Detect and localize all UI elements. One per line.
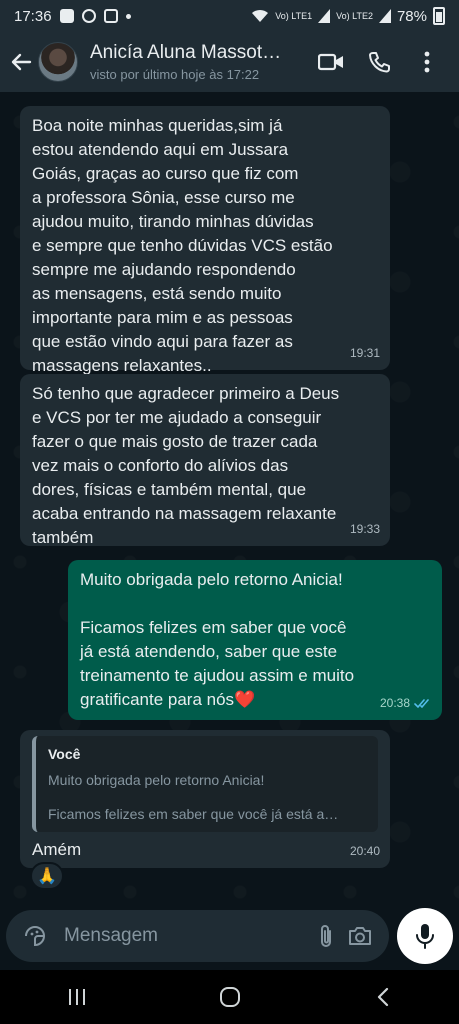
message-time: 20:38	[380, 691, 432, 715]
signal-2-icon	[378, 9, 391, 23]
message-text: Amém	[32, 840, 82, 859]
message-text: Só tenho que agradecer primeiro a Deus e…	[32, 384, 340, 547]
status-right: Vo) LTE1 Vo) LTE2 78%	[251, 7, 445, 25]
quoted-line: Muito obrigada pelo retorno Anicia!	[48, 772, 265, 788]
more-icon	[424, 51, 430, 73]
back-arrow-icon	[11, 53, 32, 71]
quoted-author: Você	[48, 746, 81, 762]
message-time: 19:31	[350, 341, 380, 365]
home-icon	[219, 987, 240, 1007]
message-text: Boa noite minhas queridas,sim já estou a…	[32, 116, 333, 375]
status-time: 17:36	[14, 7, 52, 25]
voice-message-button[interactable]	[397, 908, 453, 964]
message-time: 20:40	[350, 839, 380, 863]
more-notifications-dot-icon	[125, 13, 131, 19]
back-button[interactable]	[8, 49, 34, 75]
message-input[interactable]	[64, 925, 310, 947]
message-bubble-reply[interactable]: Você Muito obrigada pelo retorno Anicia!…	[20, 730, 390, 868]
read-receipt-icon	[414, 698, 429, 708]
contact-avatar[interactable]	[38, 42, 78, 82]
message-bubble-incoming[interactable]: Só tenho que agradecer primeiro a Deus e…	[20, 374, 390, 547]
message-reaction[interactable]: 🙏	[30, 862, 64, 890]
back-nav-button[interactable]	[353, 977, 413, 1017]
mic-icon	[416, 924, 435, 949]
home-button[interactable]	[200, 977, 260, 1017]
message-time-text: 20:40	[349, 844, 380, 858]
message-bubble-incoming[interactable]: Boa noite minhas queridas,sim já estou a…	[20, 106, 390, 375]
camera-button[interactable]	[343, 919, 377, 953]
message-text: Muito obrigada pelo retorno Anicia! Fica…	[80, 570, 355, 709]
attach-icon	[321, 925, 332, 947]
battery-percent: 78%	[396, 7, 427, 25]
signal-1-icon	[318, 9, 331, 23]
message-composer	[0, 906, 459, 966]
composer-pill	[6, 910, 390, 962]
notification-icon	[59, 9, 74, 23]
status-left: 17:36	[14, 8, 131, 25]
chat-header: Anicía Aluna Massot… visto por último ho…	[0, 32, 459, 92]
contact-last-seen: visto por último hoje às 17:22	[90, 67, 260, 82]
network-1-label: Vo) LTE1	[275, 10, 313, 21]
recent-apps-button[interactable]	[47, 977, 107, 1017]
video-call-icon	[318, 53, 343, 71]
message-time: 19:33	[350, 517, 380, 541]
network-2-label: Vo) LTE2	[336, 10, 373, 21]
phone-icon	[369, 52, 390, 73]
recent-apps-icon	[68, 989, 85, 1005]
gallery-notification-icon	[103, 9, 118, 23]
message-bubble-outgoing[interactable]: Muito obrigada pelo retorno Anicia! Fica…	[68, 560, 442, 720]
battery-icon	[433, 7, 445, 25]
message-time-text: 19:31	[349, 346, 380, 360]
attach-button[interactable]	[309, 919, 343, 953]
sticker-button[interactable]	[18, 919, 52, 953]
message-time-text: 20:38	[379, 696, 410, 710]
camera-icon	[349, 927, 372, 945]
video-call-button[interactable]	[307, 38, 355, 86]
sticker-icon	[25, 926, 45, 947]
system-nav-bar	[0, 970, 459, 1024]
whatsapp-notification-icon	[81, 9, 96, 23]
contact-name: Anicía Aluna Massot…	[90, 42, 282, 63]
chat-area[interactable]: Boa noite minhas queridas,sim já estou a…	[0, 92, 459, 902]
quoted-message[interactable]: Você Muito obrigada pelo retorno Anicia!…	[32, 736, 378, 832]
more-options-button[interactable]	[403, 38, 451, 86]
back-chevron-icon	[377, 987, 388, 1007]
voice-call-button[interactable]	[355, 38, 403, 86]
quoted-line: Ficamos felizes em saber que você já est…	[48, 806, 339, 822]
status-bar: 17:36 Vo) LTE1 Vo) LTE2 78%	[0, 0, 459, 32]
message-time-text: 19:33	[349, 522, 380, 536]
contact-info[interactable]: Anicía Aluna Massot… visto por último ho…	[90, 42, 307, 82]
wifi-icon	[252, 9, 269, 22]
